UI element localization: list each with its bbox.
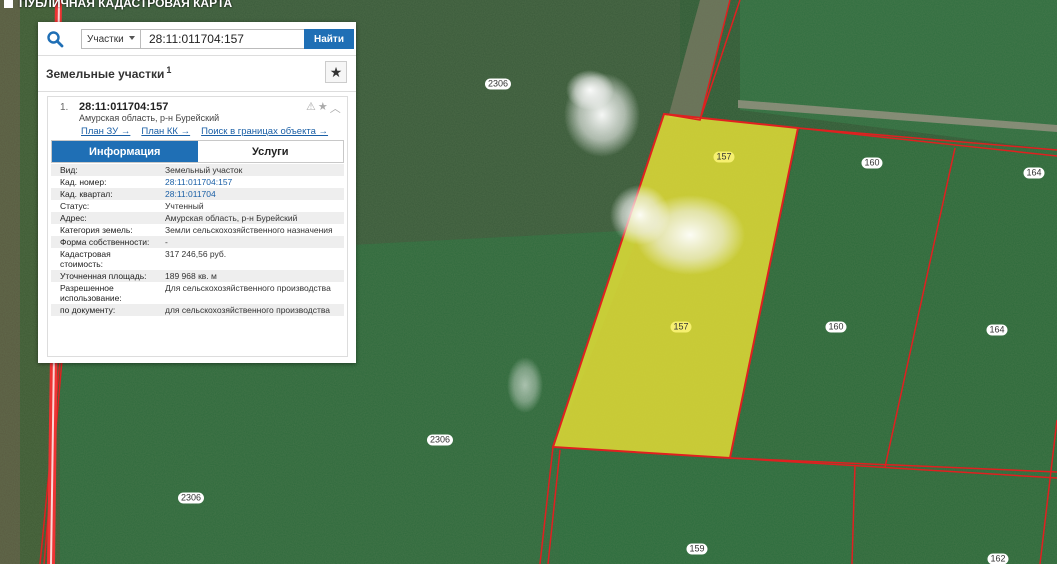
- info-value: Амурская область, р-н Бурейский: [165, 213, 298, 223]
- card-index: 1.: [60, 102, 69, 113]
- search-in-bounds-link[interactable]: Поиск в границах объекта →: [201, 126, 328, 137]
- map-label[interactable]: 159: [686, 543, 708, 555]
- search-button[interactable]: Найти: [304, 29, 354, 49]
- info-value: 317 246,56 руб.: [165, 249, 227, 259]
- search-bar: Участки × Найти: [38, 22, 356, 56]
- info-label: Разрешенное использование:: [60, 283, 122, 303]
- info-label: Форма собственности:: [60, 237, 150, 247]
- search-type-label: Участки: [87, 33, 124, 45]
- map-label[interactable]: 164: [1023, 167, 1045, 179]
- map-label[interactable]: 162: [987, 553, 1009, 564]
- info-row: Кад. номер: 28:11:011704:157: [51, 176, 344, 188]
- info-row: Уточненная площадь: 189 968 кв. м: [51, 270, 344, 282]
- map-label[interactable]: 157: [670, 321, 692, 333]
- tab-services[interactable]: Услуги: [197, 141, 343, 162]
- info-row: по документу: для сельскохозяйственного п…: [51, 304, 344, 316]
- info-row: Форма собственности: -: [51, 236, 344, 248]
- results-header: Земельные участки 1 ★: [38, 56, 356, 92]
- map-label[interactable]: 2306: [177, 492, 205, 504]
- info-row: Кадастровая стоимость: 317 246,56 руб.: [51, 248, 344, 270]
- search-type-select[interactable]: Участки: [81, 29, 141, 49]
- result-card: 1. 28:11:011704:157 Амурская область, р-…: [47, 96, 348, 357]
- map-label[interactable]: 160: [861, 157, 883, 169]
- info-value: для сельскохозяйственного производства: [165, 305, 331, 315]
- card-title[interactable]: 28:11:011704:157: [79, 101, 168, 113]
- map-label[interactable]: 2306: [484, 78, 512, 90]
- info-label: Статус:: [60, 201, 90, 211]
- map-label[interactable]: 160: [825, 321, 847, 333]
- info-label: Уточненная площадь:: [60, 271, 147, 281]
- info-row: Разрешенное использование: Для сельскохоз…: [51, 282, 344, 304]
- results-title-text: Земельные участки: [46, 67, 165, 81]
- card-links: План ЗУ → План КК → Поиск в границах объ…: [81, 126, 328, 137]
- search-icon[interactable]: [46, 30, 64, 48]
- warning-icon[interactable]: ⚠: [306, 100, 316, 116]
- info-row: Кад. квартал: 28:11:011704: [51, 188, 344, 200]
- map-label[interactable]: 2306: [426, 434, 454, 446]
- info-label: Кадастровая стоимость:: [60, 249, 111, 269]
- tab-information[interactable]: Информация: [52, 141, 198, 162]
- card-tabs: Информация Услуги: [51, 140, 344, 163]
- info-value: -: [165, 237, 168, 247]
- app-logo-icon: [4, 0, 13, 8]
- info-row: Вид: Земельный участок: [51, 164, 344, 176]
- results-title: Земельные участки 1: [46, 65, 171, 81]
- results-count: 1: [166, 65, 172, 75]
- app-title: ПУБЛИЧНАЯ КАДАСТРОВАЯ КАРТА: [4, 0, 232, 10]
- favorites-button[interactable]: ★: [325, 61, 347, 83]
- star-icon[interactable]: ★: [318, 100, 328, 116]
- chevron-down-icon: [129, 36, 135, 40]
- info-label: Вид:: [60, 165, 78, 175]
- plan-kk-link[interactable]: План КК →: [141, 126, 190, 137]
- plan-zu-link[interactable]: План ЗУ →: [81, 126, 130, 137]
- info-label: по документу:: [60, 305, 116, 315]
- info-label: Кад. номер:: [60, 177, 107, 187]
- card-subtitle: Амурская область, р-н Бурейский: [79, 113, 220, 123]
- info-label: Категория земель:: [60, 225, 133, 235]
- info-label: Кад. квартал:: [60, 189, 113, 199]
- star-icon: ★: [329, 63, 343, 80]
- info-row: Адрес: Амурская область, р-н Бурейский: [51, 212, 344, 224]
- map-label[interactable]: 164: [986, 324, 1008, 336]
- app-title-text: ПУБЛИЧНАЯ КАДАСТРОВАЯ КАРТА: [19, 0, 233, 10]
- card-actions: ⚠ ★ ︿: [306, 100, 341, 116]
- info-value: Земли сельскохозяйственного назначения: [165, 225, 333, 235]
- info-value: 189 968 кв. м: [165, 271, 217, 281]
- info-value: Земельный участок: [165, 165, 243, 175]
- info-table: Вид: Земельный участок Кад. номер: 28:11:0…: [51, 164, 344, 316]
- info-row: Статус: Учтенный: [51, 200, 344, 212]
- info-value: Для сельскохозяйственного производства: [165, 283, 331, 293]
- info-value: Учтенный: [165, 201, 204, 211]
- info-row: Категория земель: Земли сельскохозяйствен…: [51, 224, 344, 236]
- map-label[interactable]: 157: [713, 151, 735, 163]
- info-value[interactable]: 28:11:011704:157: [156, 176, 344, 188]
- info-label: Адрес:: [60, 213, 87, 223]
- chevron-up-icon[interactable]: ︿: [330, 100, 341, 116]
- search-panel: Участки × Найти Земельные участки1 ★ 1. …: [38, 22, 356, 363]
- info-value[interactable]: 28:11:011704: [156, 188, 344, 200]
